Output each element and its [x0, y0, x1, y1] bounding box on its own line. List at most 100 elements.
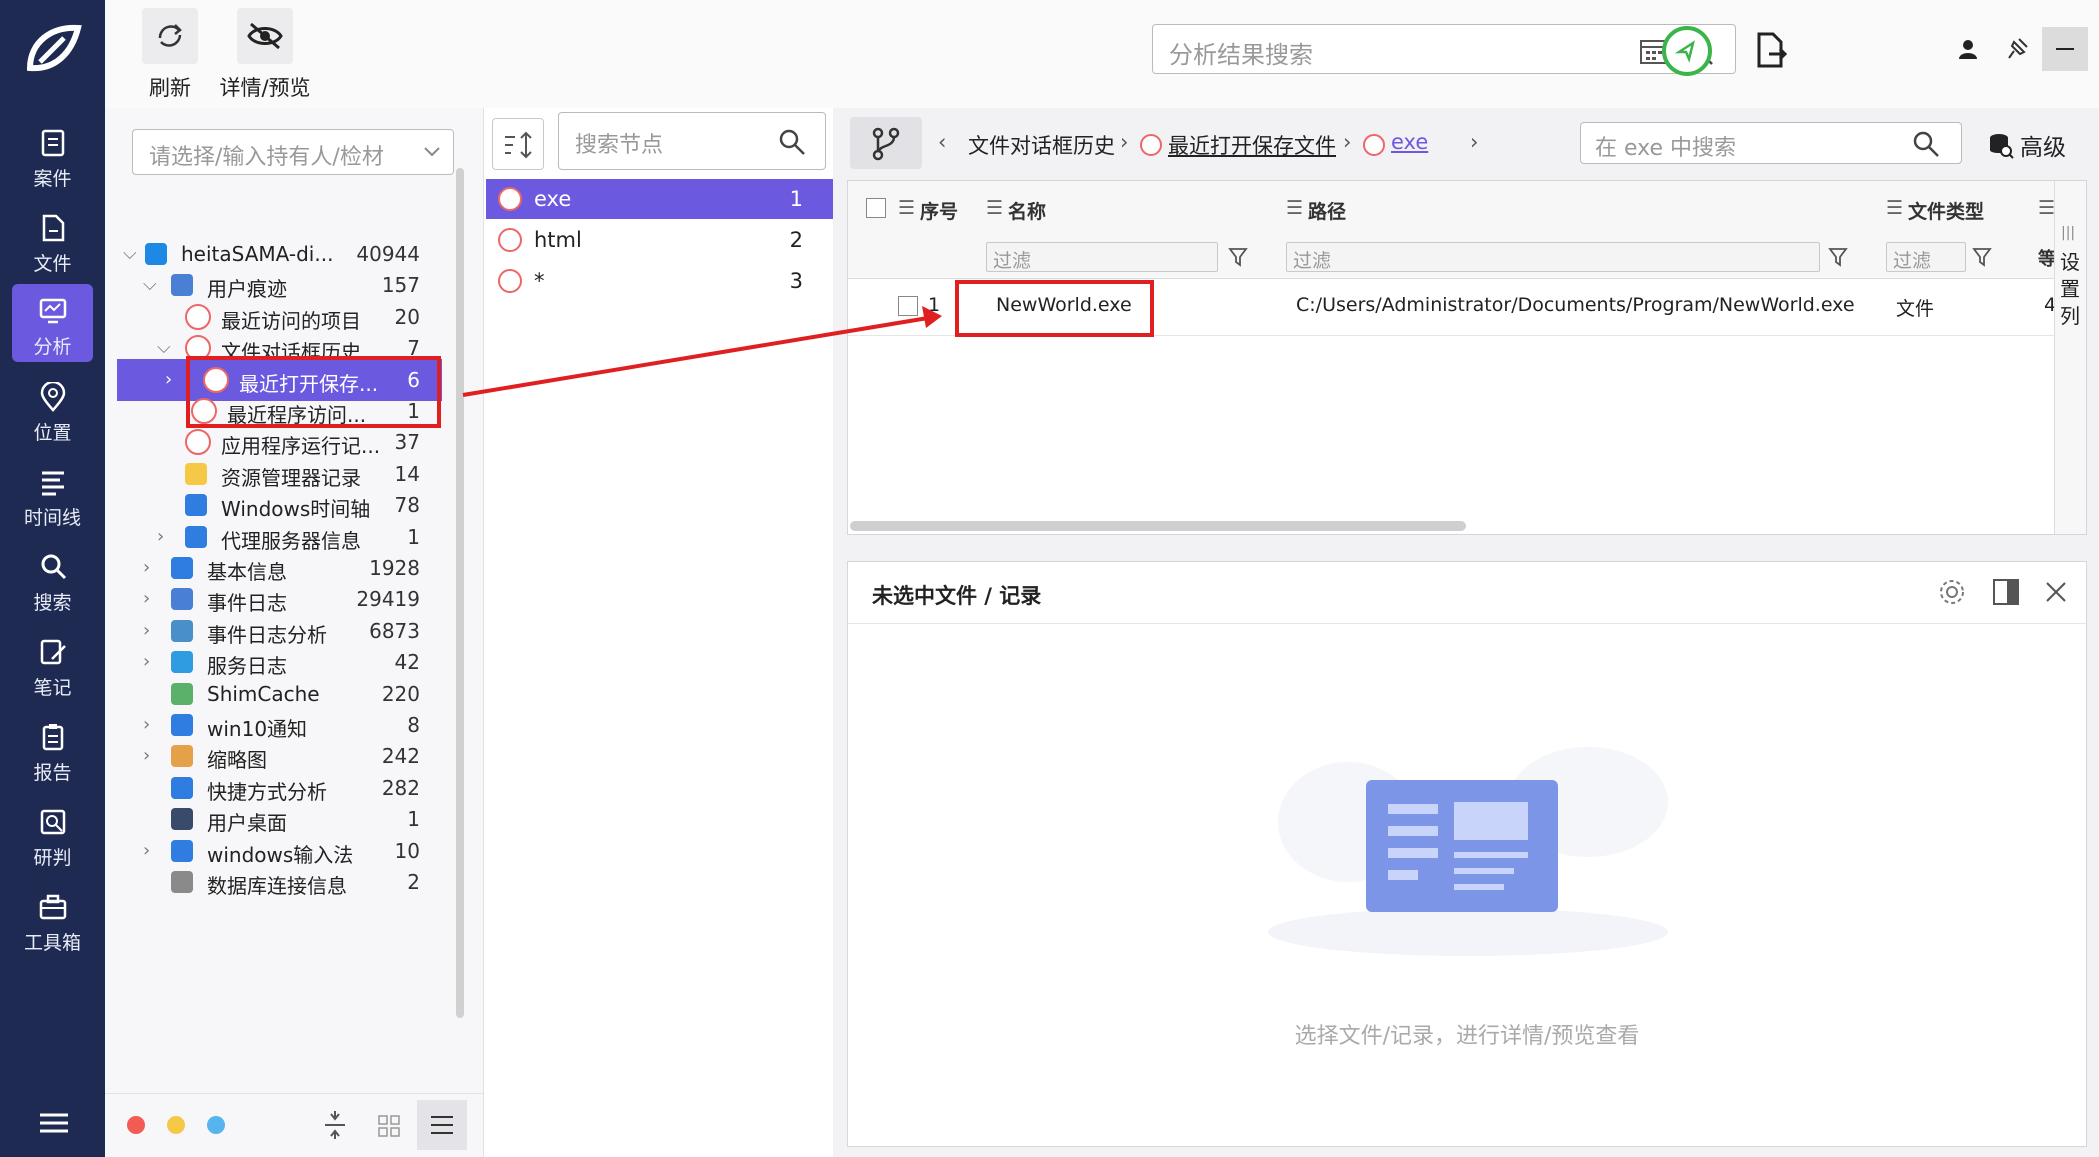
- filter-icon[interactable]: [1228, 246, 1248, 268]
- owner-select[interactable]: 请选择/输入持有人/检材: [132, 129, 454, 175]
- nav-case[interactable]: 案件: [12, 116, 93, 194]
- filter-icon[interactable]: [1972, 246, 1992, 268]
- column-header-name[interactable]: 名称: [1008, 197, 1046, 224]
- advanced-search-button[interactable]: 高级: [1988, 128, 2078, 162]
- column-header-type[interactable]: 文件类型: [1908, 197, 1984, 224]
- tree-scrollbar[interactable]: [456, 168, 464, 1018]
- export-file-icon[interactable]: [1755, 32, 1787, 68]
- chevron-down-icon[interactable]: ⌵: [123, 243, 137, 264]
- filter-name-input[interactable]: 过滤: [986, 242, 1218, 272]
- folder-icon: [185, 462, 207, 485]
- tree-item-count: 8: [407, 713, 420, 737]
- node-item-count: 2: [789, 228, 803, 252]
- shimcache-icon: [171, 682, 193, 705]
- column-header-path[interactable]: 路径: [1308, 197, 1346, 224]
- minimize-button[interactable]: [2042, 27, 2088, 71]
- close-icon[interactable]: [2044, 580, 2068, 604]
- nav-report[interactable]: 报告: [12, 710, 93, 788]
- nav-judge[interactable]: 研判: [12, 795, 93, 873]
- desktop-icon: [171, 808, 193, 831]
- split-panel-icon[interactable]: [1992, 578, 2020, 606]
- chevron-down-icon[interactable]: ⌵: [157, 337, 171, 358]
- chevron-right-icon[interactable]: ›: [165, 369, 172, 390]
- tree-item-count: 40944: [356, 242, 420, 266]
- case-icon: [41, 129, 65, 157]
- nav-toolbox[interactable]: 工具箱: [12, 880, 93, 958]
- node-item[interactable]: exe 1: [486, 179, 833, 219]
- chevron-right-icon[interactable]: ›: [143, 714, 150, 735]
- user-icon[interactable]: [1957, 38, 1979, 60]
- column-header-index[interactable]: 序号: [920, 197, 958, 224]
- node-item[interactable]: * 3: [486, 261, 833, 301]
- column-menu-icon[interactable]: ☰: [1886, 197, 1903, 219]
- chevron-right-icon[interactable]: ›: [143, 557, 150, 578]
- pin-icon[interactable]: [2005, 36, 2031, 62]
- row-checkbox[interactable]: [898, 296, 918, 316]
- tree-item-count: 1: [407, 524, 420, 549]
- gear-icon[interactable]: [1938, 578, 1966, 606]
- search-icon[interactable]: [1911, 129, 1941, 159]
- nav-search[interactable]: 搜索: [12, 540, 93, 618]
- chevron-right-icon[interactable]: ›: [143, 588, 150, 609]
- nav-analysis[interactable]: 分析: [12, 284, 93, 362]
- red-dot-icon[interactable]: [127, 1116, 145, 1134]
- eye-off-icon: [247, 22, 283, 50]
- nav-timeline[interactable]: 时间线: [12, 455, 93, 533]
- collapse-all-icon[interactable]: [323, 1110, 347, 1140]
- chevron-right-icon[interactable]: ›: [143, 620, 150, 641]
- exe-search-input[interactable]: 在 exe 中搜索: [1580, 122, 1962, 164]
- column-menu-icon[interactable]: ☰: [2038, 197, 2055, 219]
- nav-location[interactable]: 位置: [12, 370, 93, 448]
- nav-note[interactable]: 笔记: [12, 625, 93, 703]
- column-menu-icon[interactable]: ☰: [898, 197, 915, 219]
- blue-dot-icon[interactable]: [207, 1116, 225, 1134]
- node-search-input[interactable]: 搜索节点: [558, 112, 826, 170]
- status-ok-icon[interactable]: [1661, 25, 1713, 77]
- select-all-checkbox[interactable]: [866, 198, 886, 218]
- column-menu-icon[interactable]: ☰: [986, 197, 1003, 219]
- column-settings-button[interactable]: ||| 设置列: [2054, 181, 2086, 534]
- clock-icon: [1363, 134, 1385, 156]
- breadcrumb-separator-icon: ›: [1343, 130, 1352, 154]
- preview-toggle-button[interactable]: 详情/预览: [205, 8, 325, 102]
- highlight-box-tree: [186, 356, 441, 428]
- node-item[interactable]: html 2: [486, 220, 833, 260]
- breadcrumb-back-icon[interactable]: ‹: [938, 130, 946, 154]
- grid-horizontal-scrollbar[interactable]: [850, 521, 1466, 531]
- nav-file[interactable]: 文件: [12, 201, 93, 279]
- list-view-button[interactable]: [417, 1100, 467, 1150]
- column-menu-icon[interactable]: ☰: [1286, 197, 1303, 219]
- service-icon: [171, 651, 193, 674]
- chevron-right-icon[interactable]: ›: [157, 526, 164, 547]
- grid-view-icon[interactable]: [377, 1114, 401, 1138]
- yellow-dot-icon[interactable]: [167, 1116, 185, 1134]
- breadcrumb-separator-icon: ›: [1120, 130, 1129, 154]
- refresh-button[interactable]: 刷新: [135, 8, 205, 102]
- tree-item[interactable]: 数据库连接信息 2: [105, 861, 455, 903]
- chevron-down-icon[interactable]: ⌵: [143, 274, 157, 295]
- breadcrumb: ‹ 文件对话框历史 › 最近打开保存文件 › exe ›: [938, 128, 1498, 162]
- filter-type-input[interactable]: 过滤: [1886, 242, 1966, 272]
- chevron-right-icon[interactable]: ›: [143, 745, 150, 766]
- preview-label: 详情/预览: [219, 76, 311, 100]
- timeline-icon: [185, 494, 207, 517]
- filter-path-input[interactable]: 过滤: [1286, 242, 1820, 272]
- sort-button[interactable]: [492, 118, 544, 170]
- chevron-right-icon[interactable]: ›: [143, 840, 150, 861]
- breadcrumb-item[interactable]: 最近打开保存文件: [1168, 130, 1336, 160]
- branch-button[interactable]: [850, 117, 922, 169]
- tree-item-count: 37: [394, 430, 420, 455]
- branch-icon: [872, 127, 900, 161]
- column-settings-label: 设置列: [2060, 250, 2080, 328]
- empty-state-illustration: [1268, 747, 1668, 956]
- analysis-search-input[interactable]: 分析结果搜索: [1152, 24, 1736, 74]
- menu-icon[interactable]: [40, 1113, 68, 1133]
- filter-icon[interactable]: [1828, 246, 1848, 268]
- exe-search-placeholder: 在 exe 中搜索: [1595, 136, 1737, 161]
- chevron-right-icon[interactable]: ›: [143, 651, 150, 672]
- tree-item-count: 78: [394, 493, 420, 518]
- breadcrumb-item-current[interactable]: exe: [1391, 130, 1428, 154]
- breadcrumb-forward-icon[interactable]: ›: [1470, 130, 1478, 154]
- search-icon[interactable]: [777, 127, 807, 157]
- breadcrumb-item[interactable]: 文件对话框历史: [968, 130, 1115, 160]
